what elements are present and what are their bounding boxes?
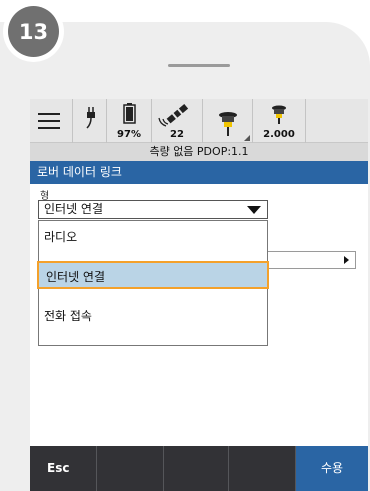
type-select[interactable]: 인터넷 연결 [38,200,268,219]
position-status-line: 측량 없음 PDOP:1.1 [30,143,368,161]
option-dialup[interactable]: 전화 접속 [39,302,267,330]
dropdown-arrow-icon [247,206,261,214]
device-speaker-notch [168,64,230,67]
softkey-2[interactable] [97,446,164,491]
option-radio[interactable]: 라디오 [39,223,267,251]
esc-button[interactable]: Esc [30,446,97,491]
antenna-height-icon [272,105,286,124]
softkey-3[interactable] [164,446,229,491]
antenna-height: 2.000 [263,129,295,140]
hamburger-icon [38,113,60,134]
corner-indicator [244,135,250,141]
satellite-icon [158,103,189,127]
satellite-count: 22 [170,129,184,140]
power-status[interactable] [73,99,107,143]
power-plug-icon [86,107,95,129]
type-select-value: 인터넷 연결 [44,202,104,216]
antenna-status[interactable]: 2.000 [253,99,306,143]
step-number: 13 [8,6,59,57]
status-bar: 97% 22 2.000 [30,99,368,143]
page-title: 로버 데이터 링크 [30,161,368,184]
battery-status[interactable]: 97% [107,99,152,143]
satellite-status[interactable]: 22 [152,99,203,143]
battery-percent: 97% [117,129,141,140]
chevron-right-icon [344,256,349,264]
hidden-field[interactable] [266,251,356,269]
step-badge: 13 [3,1,64,62]
bottom-button-bar: Esc 수용 [30,446,368,491]
type-dropdown-list: 라디오 인터넷 연결 전화 접속 [37,220,269,346]
battery-icon [123,103,136,124]
gnss-receiver-icon [219,112,237,136]
receiver-status[interactable] [203,99,253,143]
accept-button[interactable]: 수용 [296,446,368,491]
option-internet[interactable]: 인터넷 연결 [37,261,269,289]
device-screen: 97% 22 2.000 측량 없음 PDOP:1.1 로버 데이터 링크 형 … [30,99,368,491]
menu-button[interactable] [30,99,73,143]
softkey-4[interactable] [229,446,296,491]
